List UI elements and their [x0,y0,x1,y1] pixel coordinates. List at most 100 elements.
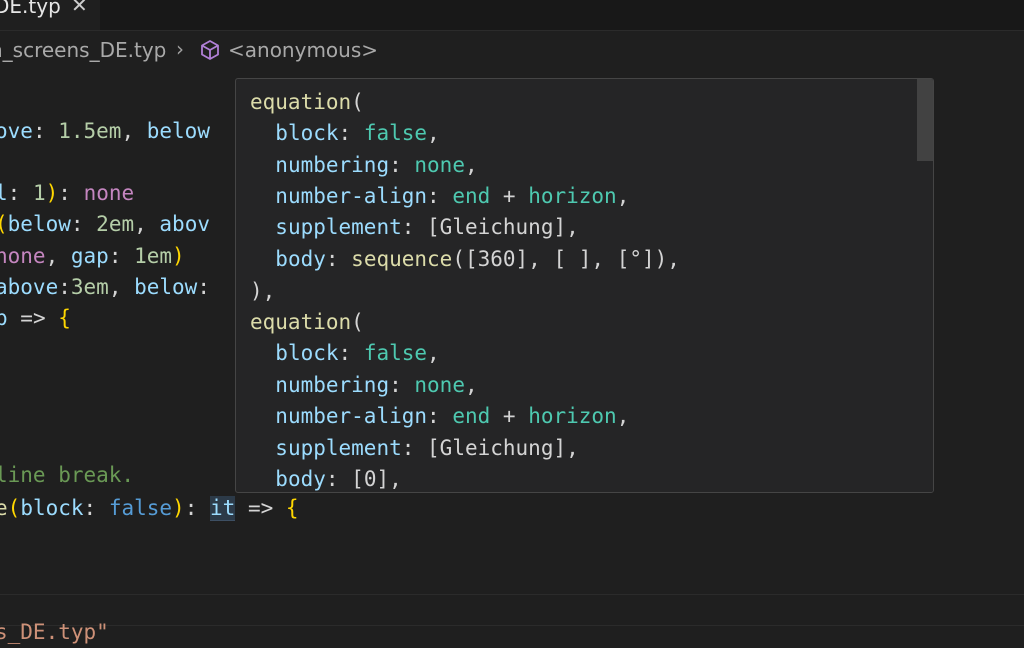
token: none [414,153,465,177]
token: none [83,181,135,205]
token: 1em [134,244,173,268]
token: ove [0,119,33,143]
token: s_DE.typ" [0,620,109,644]
token: , [566,436,579,460]
hover-line: body: sequence([360], [ ], [°]), [250,244,680,275]
code-line: e(block: false): it => { [0,493,299,524]
hover-line: body: [0], [250,464,402,492]
code-line: none, gap: 1em) [0,241,185,272]
token: : [401,215,428,239]
token: : [389,153,415,177]
code-line: p => { [0,303,71,334]
token: horizon [528,184,617,208]
token: ), [250,279,276,303]
token: + [490,404,529,428]
token: , [566,215,579,239]
token: line break. [0,463,135,487]
breadcrumb-symbol[interactable]: <anonymous> [228,38,378,62]
code-line: l: 1): none [0,178,134,209]
token: number-align [275,404,428,428]
token: , [616,404,630,428]
hover-line: equation( [250,307,364,338]
token: : [338,121,364,145]
token: block [275,121,339,145]
token: ) [172,244,185,268]
token: ( [351,90,364,114]
token: { [58,306,71,330]
token: below [134,275,198,299]
token: : [427,184,453,208]
hover-line: number-align: end + horizon, [250,181,629,212]
code-line: above:3em, below: [0,272,210,303]
token: above [0,275,59,299]
token: : [32,119,59,143]
hover-line: block: false, [250,338,440,369]
cube-icon [201,40,219,60]
token: + [490,184,529,208]
token: end [452,404,491,428]
token: ( [0,212,8,236]
code-line: (below: 2em, abov [0,209,210,240]
token: supplement [275,215,402,239]
token: abov [159,212,210,236]
token: , [427,121,440,145]
token: ) [172,496,185,520]
hover-line: number-align: end + horizon, [250,401,629,432]
tab-bar: DE.typ ✕ [0,0,1024,31]
hover-line: block: false, [250,118,440,149]
tab-label[interactable]: DE.typ [0,0,61,18]
token: equation [250,310,352,334]
token: e [0,496,8,520]
token: : [58,181,84,205]
token: , [464,153,478,177]
hovered-identifier[interactable]: it [210,496,236,521]
editor-tab[interactable]: DE.typ ✕ [0,0,100,30]
hover-line: numbering: none, [250,150,478,181]
editor-divider [0,625,1024,626]
editor-divider [0,594,1024,595]
token: , [427,341,440,365]
token: , [45,244,71,268]
token: p [0,306,8,330]
token: ( [7,496,21,520]
token: body [275,467,326,491]
token: , [134,212,160,236]
token: end [452,184,491,208]
token: : [325,247,352,271]
code-line: ove: 1.5em, below [0,116,210,147]
token: block [275,341,339,365]
hover-line: supplement: [Gleichung], [250,433,579,464]
token: false [108,496,173,520]
token: , [121,119,147,143]
token: l [0,181,8,205]
token: none [0,244,46,268]
token: : [58,275,71,299]
breadcrumb-separator: › [176,37,184,61]
breadcrumb-file[interactable]: n_screens_DE.typ [0,38,166,62]
scrollbar-thumb[interactable] [917,79,933,161]
token: [0] [351,467,390,491]
hover-tooltip[interactable]: equation( block: false, numbering: none,… [235,78,934,493]
code-comment: line break. [0,460,134,491]
token: ([360], [ ], [°]), [452,247,680,271]
hover-scrollbar[interactable] [917,79,933,492]
token: , [389,467,402,491]
token: , [108,275,135,299]
token: below [146,119,210,143]
code-line: s_DE.typ" [0,617,109,648]
close-icon[interactable]: ✕ [71,0,88,17]
token: body [275,247,326,271]
token: none [414,373,465,397]
hover-line: supplement: [Gleichung], [250,212,579,243]
token: : [401,436,428,460]
token: : [427,404,453,428]
token: , [616,184,630,208]
token: : [184,496,210,520]
hover-line: equation( [250,87,364,118]
token: : [338,341,364,365]
token: sequence [351,247,453,271]
token: , [464,373,478,397]
token: number-align [275,184,428,208]
token: numbering [275,153,390,177]
token: supplement [275,436,402,460]
